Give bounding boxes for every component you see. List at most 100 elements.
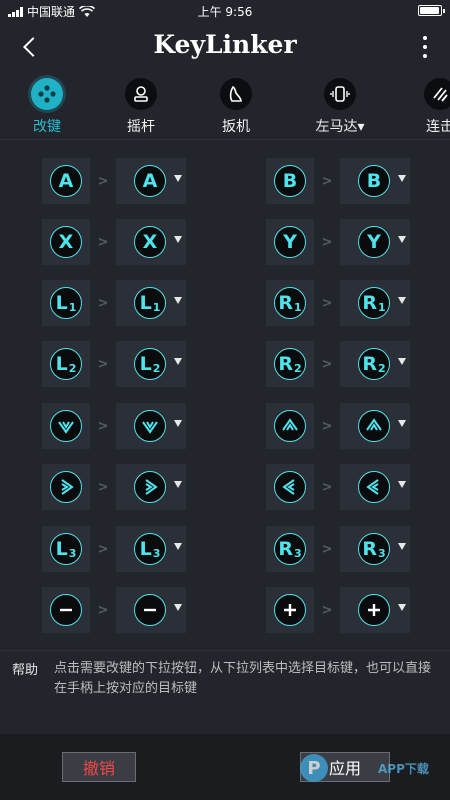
target-key-dropdown[interactable]: L1 [116,280,186,326]
source-key [42,464,90,510]
target-key-dropdown[interactable] [340,403,410,449]
target-key-dropdown[interactable]: L3 [116,526,186,572]
dropdown-caret-icon [174,175,182,182]
dropdown-caret-icon [174,604,182,611]
target-key-dropdown[interactable] [340,587,410,633]
target-key-dropdown[interactable]: L2 [116,341,186,387]
map-arrow-icon: > [321,295,333,311]
tab-left-motor[interactable]: 左马达▾ [295,78,385,136]
map-arrow-icon: > [97,356,109,372]
tab-turbo[interactable]: 连击 [395,78,450,136]
key-dpad-left-icon [358,471,390,503]
vibration-icon [324,78,356,110]
mapping-row: L 3 > L 3 R 3 > R 3 [0,526,450,572]
map-arrow-icon: > [97,602,109,618]
turbo-icon [424,78,450,110]
target-key-dropdown[interactable]: R2 [340,341,410,387]
target-key-dropdown[interactable] [116,587,186,633]
joystick-icon [125,78,157,110]
help-text: 点击需要改键的下拉按钮，从下拉列表中选择目标键，也可以直接在手柄上按对应的目标键 [54,661,432,696]
key-r2-icon: R2 [358,348,390,380]
apply-button[interactable]: 应用 [300,752,390,782]
target-key-dropdown[interactable]: A [116,158,186,204]
trigger-icon [220,78,252,110]
more-menu-button[interactable] [420,36,430,58]
mapping-row: > > [0,464,450,510]
key-x-icon: X [50,226,82,258]
tab-label: 摇杆 [127,119,155,135]
key-b-icon: B [274,165,306,197]
cancel-button[interactable]: 撤销 [62,752,136,782]
tab-trigger[interactable]: 扳机 [191,78,281,136]
source-key [266,403,314,449]
clock: 上午 9:56 [197,5,253,19]
key-plus-icon [274,594,306,626]
dropdown-caret-icon [174,481,182,488]
key-l2-icon: L2 [134,348,166,380]
target-key-dropdown[interactable]: R3 [340,526,410,572]
source-key: A [42,158,90,204]
tab-label: 扳机 [222,119,250,135]
source-key: R3 [266,526,314,572]
map-arrow-icon: > [321,356,333,372]
map-arrow-icon: > [321,602,333,618]
dropdown-caret-icon [174,236,182,243]
key-l3-icon: L3 [50,533,82,565]
key-y-icon: Y [274,226,306,258]
source-key [266,587,314,633]
dropdown-caret-icon [174,297,182,304]
gamepad-icon [31,78,63,110]
mapping-row: > > [0,403,450,449]
tab-label: 左马达▾ [315,119,365,135]
map-arrow-icon: > [321,541,333,557]
status-bar: 中国联通 上午 9:56 [0,0,450,22]
key-r3-icon: R3 [274,533,306,565]
source-key [42,403,90,449]
key-dpad-right-icon [50,471,82,503]
map-arrow-icon: > [97,173,109,189]
key-plus-icon [358,594,390,626]
tab-label: 连击 [426,119,450,135]
source-key [266,464,314,510]
mapping-row: > > [0,587,450,633]
key-r1-icon: R1 [274,287,306,319]
key-minus-icon [50,594,82,626]
source-key: X [42,219,90,265]
source-key: L3 [42,526,90,572]
target-key-dropdown[interactable] [116,464,186,510]
target-key-dropdown[interactable] [340,464,410,510]
key-dpad-up-icon [358,410,390,442]
source-key: R1 [266,280,314,326]
key-a-icon: A [134,165,166,197]
tab-joystick[interactable]: 摇杆 [96,78,186,136]
map-arrow-icon: > [97,541,109,557]
key-l3-icon: L3 [134,533,166,565]
source-key: R2 [266,341,314,387]
key-l1-icon: L1 [134,287,166,319]
source-key: Y [266,219,314,265]
key-x-icon: X [134,226,166,258]
source-key: B [266,158,314,204]
key-minus-icon [134,594,166,626]
footer-bar: 撤销 应用 P APP下载 [0,734,450,800]
map-arrow-icon: > [321,479,333,495]
dropdown-caret-icon [398,604,406,611]
tab-remap[interactable]: 改键 [2,78,92,136]
target-key-dropdown[interactable]: B [340,158,410,204]
key-dpad-down-icon [134,410,166,442]
target-key-dropdown[interactable]: Y [340,219,410,265]
key-l2-icon: L2 [50,348,82,380]
mapping-row: A > A B > B [0,158,450,204]
dropdown-caret-icon [174,543,182,550]
help-label: 帮助 [12,663,39,678]
key-l1-icon: L1 [50,287,82,319]
target-key-dropdown[interactable] [116,403,186,449]
dropdown-caret-icon [398,420,406,427]
mapping-row: L 2 > L 2 R 2 > R 2 [0,341,450,387]
target-key-dropdown[interactable]: X [116,219,186,265]
target-key-dropdown[interactable]: R1 [340,280,410,326]
map-arrow-icon: > [321,234,333,250]
key-dpad-up-icon [274,410,306,442]
battery-icon [418,5,445,16]
dropdown-caret-icon [174,420,182,427]
